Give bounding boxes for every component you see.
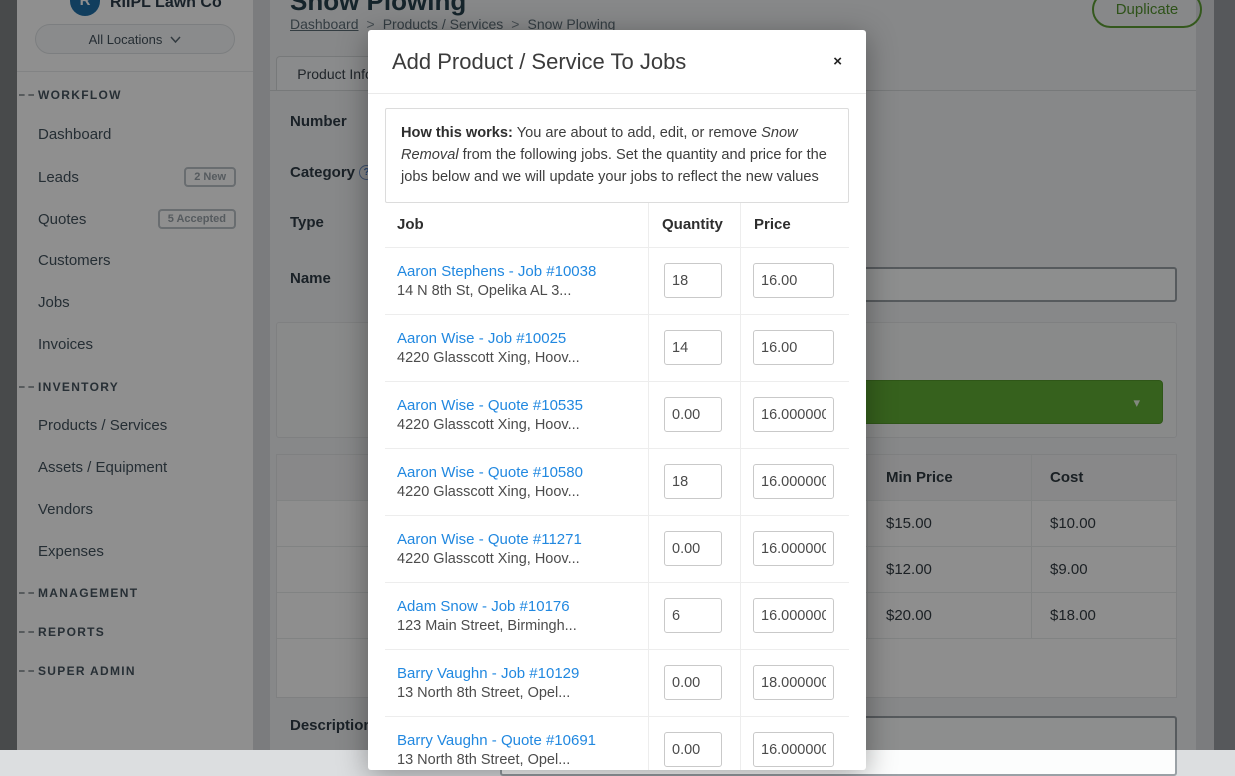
job-row: Aaron Wise - Quote #10535 4220 Glasscott …	[385, 382, 849, 449]
job-row: Aaron Stephens - Job #10038 14 N 8th St, …	[385, 248, 849, 315]
job-link[interactable]: Aaron Wise - Quote #10535	[397, 397, 640, 414]
price-input[interactable]	[753, 598, 834, 633]
modal-header: Add Product / Service To Jobs ×	[368, 30, 866, 94]
job-row: Adam Snow - Job #10176 123 Main Street, B…	[385, 583, 849, 650]
price-input[interactable]	[753, 263, 834, 298]
job-link[interactable]: Barry Vaughn - Job #10129	[397, 665, 640, 682]
how-this-works-note: How this works: You are about to add, ed…	[385, 108, 849, 203]
price-input[interactable]	[753, 397, 834, 432]
header-price: Price	[740, 203, 851, 247]
header-quantity: Quantity	[648, 203, 740, 247]
modal-body: How this works: You are about to add, ed…	[368, 94, 866, 770]
close-icon[interactable]: ×	[833, 54, 842, 69]
job-address: 4220 Glasscott Xing, Hoov...	[397, 350, 640, 366]
job-row: Aaron Wise - Quote #10580 4220 Glasscott …	[385, 449, 849, 516]
job-address: 4220 Glasscott Xing, Hoov...	[397, 551, 640, 567]
job-address: 4220 Glasscott Xing, Hoov...	[397, 417, 640, 433]
price-input[interactable]	[753, 464, 834, 499]
job-link[interactable]: Barry Vaughn - Quote #10691	[397, 732, 640, 749]
quantity-input[interactable]	[664, 330, 722, 365]
job-row: Barry Vaughn - Quote #10691 13 North 8th …	[385, 717, 849, 770]
price-input[interactable]	[753, 665, 834, 700]
job-address: 13 North 8th Street, Opel...	[397, 752, 640, 768]
quantity-input[interactable]	[664, 464, 722, 499]
job-link[interactable]: Aaron Wise - Job #10025	[397, 330, 640, 347]
quantity-input[interactable]	[664, 263, 722, 298]
job-row: Aaron Wise - Job #10025 4220 Glasscott Xi…	[385, 315, 849, 382]
modal-title: Add Product / Service To Jobs	[392, 49, 686, 75]
quantity-input[interactable]	[664, 397, 722, 432]
job-link[interactable]: Adam Snow - Job #10176	[397, 598, 640, 615]
price-input[interactable]	[753, 330, 834, 365]
job-link[interactable]: Aaron Stephens - Job #10038	[397, 263, 640, 280]
job-address: 123 Main Street, Birmingh...	[397, 618, 640, 634]
add-product-service-modal: Add Product / Service To Jobs × How this…	[368, 30, 866, 770]
job-link[interactable]: Aaron Wise - Quote #10580	[397, 464, 640, 481]
price-input[interactable]	[753, 531, 834, 566]
job-link[interactable]: Aaron Wise - Quote #11271	[397, 531, 640, 548]
quantity-input[interactable]	[664, 598, 722, 633]
job-row: Barry Vaughn - Job #10129 13 North 8th St…	[385, 650, 849, 717]
quantity-input[interactable]	[664, 531, 722, 566]
job-address: 13 North 8th Street, Opel...	[397, 685, 640, 701]
jobs-table-header: Job Quantity Price	[385, 203, 849, 248]
job-row: Aaron Wise - Quote #11271 4220 Glasscott …	[385, 516, 849, 583]
quantity-input[interactable]	[664, 665, 722, 700]
job-address: 4220 Glasscott Xing, Hoov...	[397, 484, 640, 500]
job-address: 14 N 8th St, Opelika AL 3...	[397, 283, 640, 299]
header-job: Job	[385, 203, 648, 247]
jobs-table: Job Quantity Price Aaron Stephens - Job …	[385, 203, 849, 770]
